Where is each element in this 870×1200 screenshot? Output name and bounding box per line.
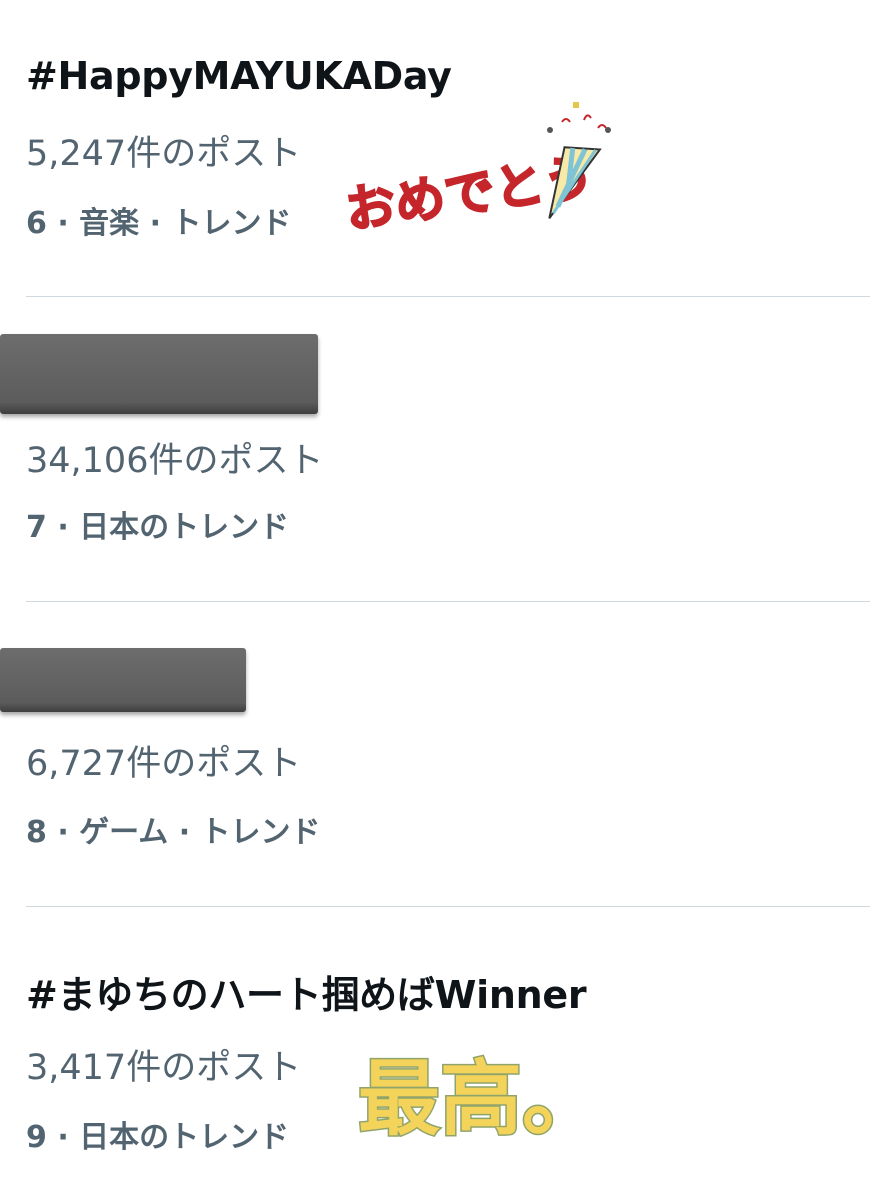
trend-post-count: 6,727件のポスト bbox=[26, 744, 302, 784]
omedetou-sticker-icon: おめでとう bbox=[341, 102, 611, 230]
trend-post-count: 3,417件のポスト bbox=[26, 1048, 302, 1088]
saikou-sticker-icon: 最高。 bbox=[357, 1051, 591, 1149]
trend-item-4[interactable]: #まゆちのハート掴めばWinner 3,417件のポスト 9 · 日本のトレンド… bbox=[0, 907, 870, 1200]
trend-rank-category: 9 · 日本のトレンド bbox=[26, 1120, 290, 1155]
trend-post-count: 34,106件のポスト bbox=[26, 441, 324, 481]
svg-text:最高。: 最高。 bbox=[358, 1052, 590, 1147]
trend-rank-category: 7 · 日本のトレンド bbox=[26, 510, 290, 545]
trend-item-1[interactable]: #HappyMAYUKADay 5,247件のポスト 6 · 音楽 · トレンド… bbox=[0, 0, 870, 297]
trend-rank-category: 8 · ゲーム · トレンド bbox=[26, 815, 321, 850]
trend-item-2[interactable]: 34,106件のポスト 7 · 日本のトレンド bbox=[0, 297, 870, 601]
trend-item-3[interactable]: 6,727件のポスト 8 · ゲーム · トレンド bbox=[0, 602, 870, 906]
redacted-title bbox=[0, 648, 246, 712]
redacted-title bbox=[0, 334, 318, 414]
trend-rank-category: 6 · 音楽 · トレンド bbox=[26, 206, 292, 241]
trend-post-count: 5,247件のポスト bbox=[26, 134, 302, 174]
trend-title: #まゆちのハート掴めばWinner bbox=[26, 973, 587, 1017]
trend-title: #HappyMAYUKADay bbox=[26, 54, 452, 98]
